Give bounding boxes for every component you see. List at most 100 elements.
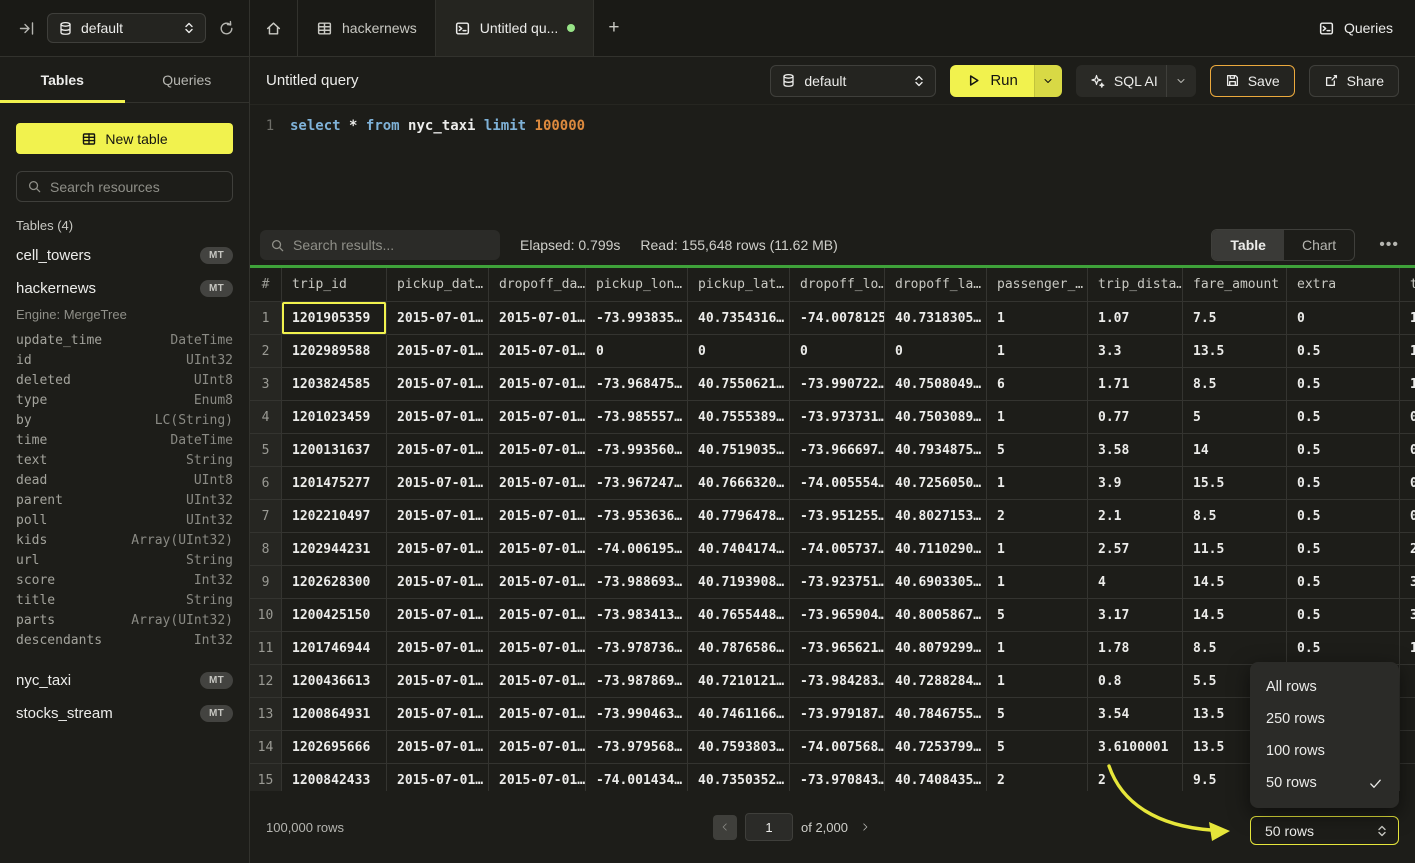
table-cell[interactable]: 2015-07-01… (489, 698, 586, 731)
table-cell[interactable]: 2015-07-01… (387, 302, 489, 335)
table-cell[interactable]: 1 (987, 302, 1088, 335)
toggle-chart[interactable]: Chart (1284, 230, 1354, 260)
table-cell[interactable]: -74.005554… (790, 467, 885, 500)
table-cell[interactable]: -73.990722… (790, 368, 885, 401)
save-button[interactable]: Save (1210, 65, 1295, 97)
table-cell[interactable]: 4 (1088, 566, 1183, 599)
table-cell[interactable]: 1201475277 (282, 467, 387, 500)
toggle-table[interactable]: Table (1212, 230, 1284, 260)
table-cell[interactable]: 6 (987, 368, 1088, 401)
menu-item-all-rows[interactable]: All rows (1250, 671, 1399, 703)
table-cell[interactable]: 1200864931 (282, 698, 387, 731)
column-row[interactable]: deadUInt8 (0, 470, 249, 490)
previous-page-button[interactable] (713, 815, 737, 840)
query-database-selector[interactable]: default (770, 65, 936, 97)
table-cell[interactable]: 40.7210121… (688, 665, 790, 698)
table-cell[interactable]: 1202628300 (282, 566, 387, 599)
column-row[interactable]: pollUInt32 (0, 510, 249, 530)
column-row[interactable]: titleString (0, 590, 249, 610)
column-row[interactable]: deletedUInt8 (0, 370, 249, 390)
table-cell[interactable]: 8.5 (1183, 500, 1287, 533)
table-cell[interactable]: 2 (987, 764, 1088, 791)
table-cell[interactable]: 2015-07-01… (489, 434, 586, 467)
table-cell[interactable]: 5 (987, 599, 1088, 632)
table-cell[interactable]: 0.5 (1287, 566, 1400, 599)
column-row[interactable]: byLC(String) (0, 410, 249, 430)
table-cell[interactable]: 2 (1088, 764, 1183, 791)
column-row[interactable]: update_timeDateTime (0, 330, 249, 350)
table-cell[interactable]: 1 (987, 401, 1088, 434)
table-cell[interactable]: -73.978736… (586, 632, 688, 665)
table-cell[interactable]: 0 (1400, 401, 1415, 434)
topbar-database-selector[interactable]: default (47, 13, 206, 43)
column-row[interactable]: textString (0, 450, 249, 470)
table-cell[interactable]: 40.7193908… (688, 566, 790, 599)
table-cell[interactable]: 40.7508049… (885, 368, 987, 401)
table-cell[interactable]: -73.968475… (586, 368, 688, 401)
table-cell[interactable]: 0.5 (1287, 467, 1400, 500)
table-cell[interactable]: -73.953636… (586, 500, 688, 533)
table-cell[interactable]: 40.6903305… (885, 566, 987, 599)
table-cell[interactable]: 1 (1400, 302, 1415, 335)
column-header[interactable]: dropoff_da… (489, 268, 586, 302)
table-cell[interactable]: 1 (1400, 632, 1415, 665)
table-cell[interactable]: 40.7350352… (688, 764, 790, 791)
table-cell[interactable]: 40.7593803… (688, 731, 790, 764)
table-cell[interactable]: 1200842433 (282, 764, 387, 791)
table-cell[interactable]: 40.8079299… (885, 632, 987, 665)
table-cell[interactable]: 1200425150 (282, 599, 387, 632)
table-cell[interactable] (1400, 698, 1415, 731)
table-cell[interactable]: 3.9 (1088, 467, 1183, 500)
table-cell[interactable]: 8.5 (1183, 368, 1287, 401)
column-header[interactable]: fare_amount (1183, 268, 1287, 302)
table-cell[interactable]: -73.966697… (790, 434, 885, 467)
column-row[interactable]: kidsArray(UInt32) (0, 530, 249, 550)
column-row[interactable]: typeEnum8 (0, 390, 249, 410)
table-cell[interactable]: 40.7256050… (885, 467, 987, 500)
table-cell[interactable]: 2015-07-01… (489, 401, 586, 434)
table-cell[interactable]: 2015-07-01… (387, 698, 489, 731)
table-cell[interactable]: 3.17 (1088, 599, 1183, 632)
table-cell[interactable]: 1 (987, 533, 1088, 566)
table-cell[interactable]: 2 (987, 500, 1088, 533)
tab-hackernews[interactable]: hackernews (298, 0, 436, 56)
table-cell[interactable]: 2015-07-01… (489, 731, 586, 764)
table-cell[interactable]: 0.8 (1088, 665, 1183, 698)
table-cell[interactable]: 15.5 (1183, 467, 1287, 500)
more-options-button[interactable]: ••• (1375, 236, 1403, 254)
table-cell[interactable]: 2015-07-01… (489, 632, 586, 665)
table-cell[interactable]: 1200436613 (282, 665, 387, 698)
sidebar-tab-tables[interactable]: Tables (0, 57, 125, 102)
table-cell[interactable]: 0 (688, 335, 790, 368)
column-row[interactable]: partsArray(UInt32) (0, 610, 249, 630)
table-cell[interactable]: 3.54 (1088, 698, 1183, 731)
table-cell[interactable]: -74.005737… (790, 533, 885, 566)
table-cell[interactable]: -73.983413… (586, 599, 688, 632)
column-row[interactable]: timeDateTime (0, 430, 249, 450)
table-cell[interactable]: 1201023459 (282, 401, 387, 434)
new-table-button[interactable]: New table (16, 123, 233, 154)
table-cell[interactable]: 0.5 (1287, 368, 1400, 401)
column-header[interactable]: dropoff_la… (885, 268, 987, 302)
table-cell[interactable]: -73.979568… (586, 731, 688, 764)
table-cell[interactable]: 0.5 (1287, 335, 1400, 368)
table-cell[interactable]: 3 (1400, 566, 1415, 599)
table-cell[interactable]: 2015-07-01… (387, 599, 489, 632)
table-cell[interactable]: 0 (1287, 302, 1400, 335)
table-cell[interactable]: 5 (987, 434, 1088, 467)
table-cell[interactable]: 0.5 (1287, 632, 1400, 665)
table-cell[interactable]: 2015-07-01… (387, 434, 489, 467)
table-cell[interactable]: 2015-07-01… (489, 500, 586, 533)
table-cell[interactable]: 2015-07-01… (489, 764, 586, 791)
table-cell[interactable]: 1 (987, 632, 1088, 665)
table-cell[interactable] (1400, 665, 1415, 698)
sql-editor[interactable]: 1 select * from nyc_taxi limit 100000 (250, 105, 1415, 225)
column-row[interactable]: scoreInt32 (0, 570, 249, 590)
column-header[interactable]: pickup_lat… (688, 268, 790, 302)
table-cell[interactable]: -73.970843… (790, 764, 885, 791)
table-cell[interactable]: 1 (987, 665, 1088, 698)
column-header[interactable]: trip_id (282, 268, 387, 302)
page-size-select[interactable]: 50 rows (1250, 816, 1399, 845)
table-cell[interactable]: 2015-07-01… (387, 632, 489, 665)
table-cell[interactable]: 1 (987, 467, 1088, 500)
